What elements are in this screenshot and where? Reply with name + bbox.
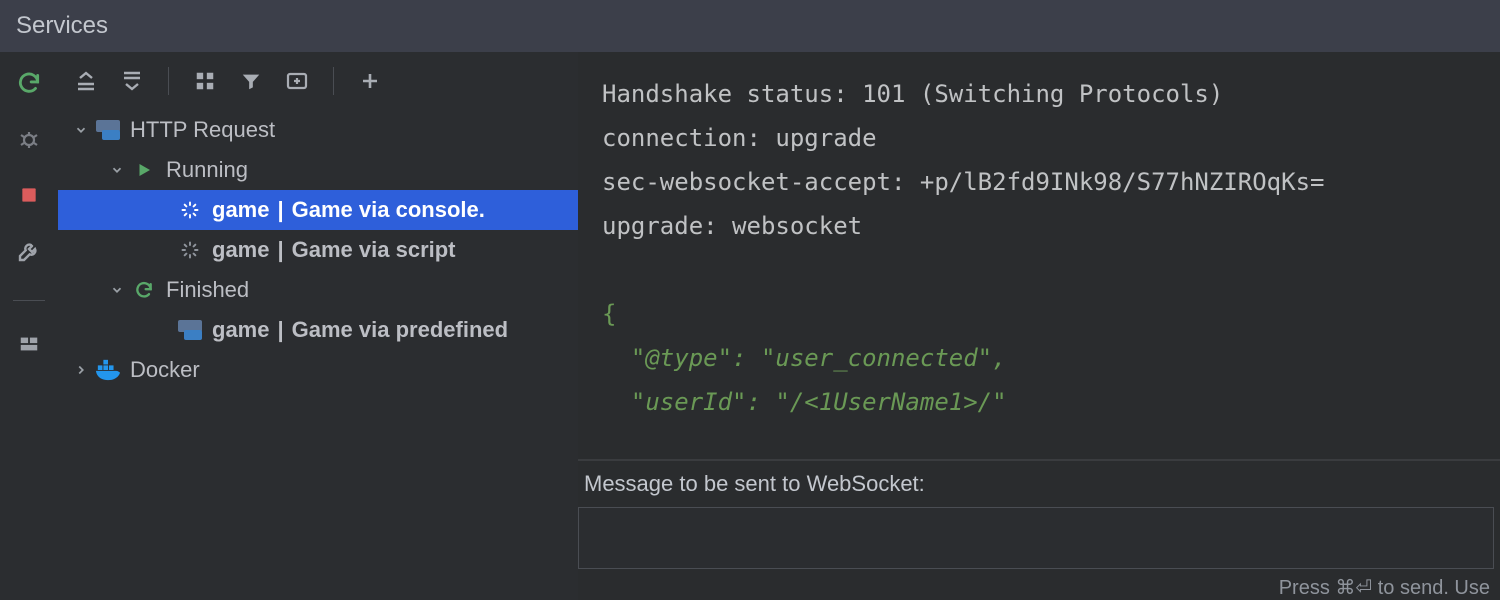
chevron-down-icon	[108, 161, 126, 179]
add-icon[interactable]	[352, 63, 388, 99]
api-icon	[178, 318, 202, 342]
console-line: upgrade: websocket	[602, 212, 862, 240]
panel-title: Services	[16, 12, 108, 40]
rerun-small-icon	[132, 278, 156, 302]
message-input[interactable]	[578, 507, 1494, 569]
console-output[interactable]: Handshake status: 101 (Switching Protoco…	[578, 52, 1500, 459]
message-box-wrap	[578, 497, 1500, 569]
play-icon	[132, 158, 156, 182]
tree-item-desc: Game via predefined	[292, 317, 508, 343]
separator-pipe: |	[277, 317, 283, 343]
toolbar-separator-2	[333, 67, 334, 95]
detail-panel: Handshake status: 101 (Switching Protoco…	[578, 52, 1500, 600]
send-hint: Press ⌘⏎ to send. Use	[578, 569, 1500, 600]
docker-icon	[96, 358, 120, 382]
tree-node-label: Docker	[130, 357, 200, 383]
layout-icon[interactable]	[16, 331, 42, 357]
tree-node-label: Running	[166, 157, 248, 183]
console-json-line: "@type": "user_connected",	[602, 344, 1007, 372]
separator-pipe: |	[277, 237, 283, 263]
tree-node-http-request[interactable]: HTTP Request	[58, 110, 578, 150]
tree-node-game-console[interactable]: game | Game via console.	[58, 190, 578, 230]
bug-icon[interactable]	[16, 126, 42, 152]
tree-item-name: game	[212, 317, 269, 343]
chevron-right-icon	[72, 361, 90, 379]
tree-item-name: game	[212, 197, 269, 223]
tree-node-game-predefined[interactable]: game | Game via predefined	[58, 310, 578, 350]
group-by-icon[interactable]	[187, 63, 223, 99]
tree-node-label: Finished	[166, 277, 249, 303]
filter-icon[interactable]	[233, 63, 269, 99]
tree-item-desc: Game via script	[292, 237, 456, 263]
spinner-icon	[178, 238, 202, 262]
tree-node-game-script[interactable]: game | Game via script	[58, 230, 578, 270]
spinner-icon	[178, 198, 202, 222]
left-gutter	[0, 52, 58, 600]
panel-title-bar: Services	[0, 0, 1500, 52]
console-line: sec-websocket-accept: +p/lB2fd9INk98/S77…	[602, 168, 1324, 196]
console-line: Handshake status: 101 (Switching Protoco…	[602, 80, 1223, 108]
tree-node-label: HTTP Request	[130, 117, 275, 143]
chevron-down-icon	[108, 281, 126, 299]
tree-item-name: game	[212, 237, 269, 263]
tree-node-running[interactable]: Running	[58, 150, 578, 190]
separator-pipe: |	[277, 197, 283, 223]
console-json-line: "userId": "/<1UserName1>/"	[602, 388, 1007, 416]
api-icon	[96, 118, 120, 142]
open-tab-icon[interactable]	[279, 63, 315, 99]
console-json-brace: {	[602, 300, 616, 328]
wrench-icon[interactable]	[16, 238, 42, 264]
tree-item-desc: Game via console.	[292, 197, 485, 223]
toolbar-separator	[168, 67, 169, 95]
collapse-all-icon[interactable]	[114, 63, 150, 99]
stop-icon[interactable]	[16, 182, 42, 208]
console-line: connection: upgrade	[602, 124, 877, 152]
tree-node-docker[interactable]: Docker	[58, 350, 578, 390]
tree-node-finished[interactable]: Finished	[58, 270, 578, 310]
services-tree[interactable]: HTTP Request Running game | Game via con…	[58, 110, 578, 600]
message-label: Message to be sent to WebSocket:	[578, 461, 1500, 497]
expand-all-icon[interactable]	[68, 63, 104, 99]
tree-panel: HTTP Request Running game | Game via con…	[58, 52, 578, 600]
tree-toolbar	[58, 52, 578, 110]
rerun-icon[interactable]	[16, 70, 42, 96]
main-area: HTTP Request Running game | Game via con…	[0, 52, 1500, 600]
chevron-down-icon	[72, 121, 90, 139]
gutter-separator	[13, 300, 45, 301]
